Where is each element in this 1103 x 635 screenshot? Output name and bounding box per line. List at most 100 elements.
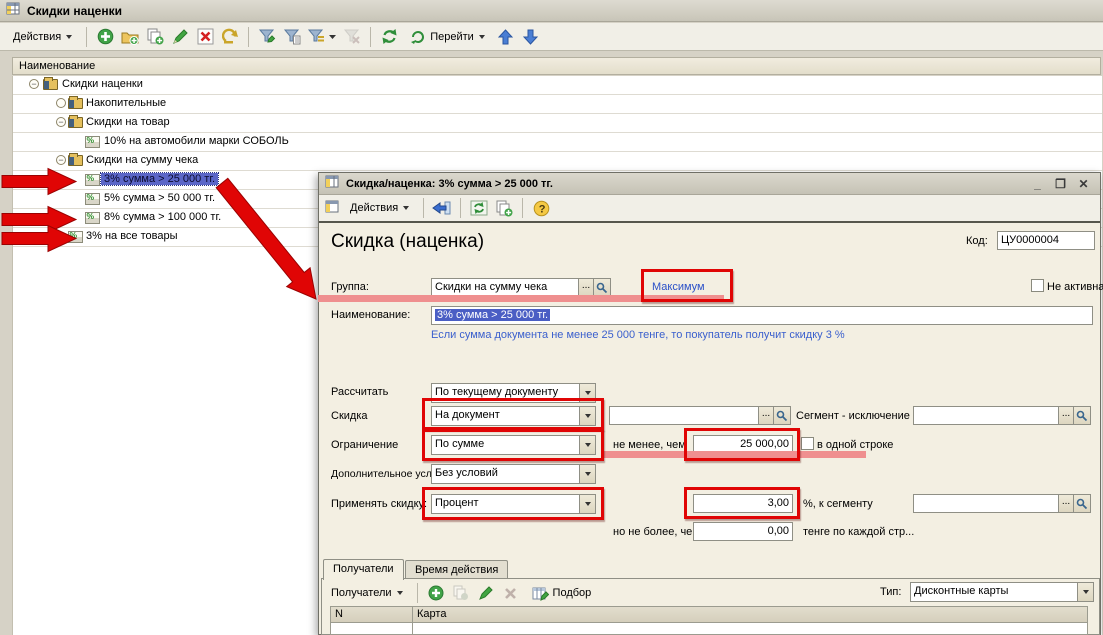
svg-text:?: ? xyxy=(538,203,545,215)
actions-menu-button[interactable]: Действия xyxy=(6,25,79,49)
max-sum-field[interactable]: 0,00 xyxy=(693,522,793,541)
dialog-refresh-button[interactable] xyxy=(468,197,490,219)
pick-button[interactable]: Подбор xyxy=(525,581,599,605)
filter-by-value-icon xyxy=(283,28,301,45)
segment-field[interactable] xyxy=(609,406,759,425)
type-select[interactable]: Дисконтные карты xyxy=(910,582,1094,602)
set-filter-button[interactable] xyxy=(256,26,278,48)
dialog-copy-new-button[interactable] xyxy=(493,197,515,219)
group-label: Группа: xyxy=(331,281,369,293)
tab-recipients[interactable]: Получатели xyxy=(323,559,404,580)
apply-segment-browse-button[interactable]: ... xyxy=(1058,494,1074,513)
collapse-icon[interactable]: − xyxy=(56,117,66,127)
one-row-checkbox[interactable] xyxy=(801,437,814,450)
tab-validity-period[interactable]: Время действия xyxy=(405,560,508,580)
add-group-button[interactable] xyxy=(119,26,141,48)
one-row-label: в одной строке xyxy=(817,439,893,451)
node-circle-icon[interactable] xyxy=(56,98,66,108)
tree-row[interactable]: −Скидки на сумму чека xyxy=(13,152,1102,171)
actions-menu-label: Действия xyxy=(13,31,61,43)
separator xyxy=(460,198,461,218)
apply-segment-search-button[interactable] xyxy=(1073,494,1091,513)
discount-item-icon: % xyxy=(85,173,100,186)
collapse-icon[interactable]: − xyxy=(29,79,39,89)
set-filter-icon xyxy=(258,28,276,45)
edit-button[interactable] xyxy=(169,26,191,48)
column-header-n[interactable]: N xyxy=(330,606,413,623)
discount-item-icon: % xyxy=(85,192,100,205)
maximize-button[interactable]: ❒ xyxy=(1052,177,1069,191)
not-less-label: не менее, чем xyxy=(613,439,686,451)
recipients-menu-button[interactable]: Получатели xyxy=(324,581,410,605)
tree-row[interactable]: Накопительные xyxy=(13,95,1102,114)
dropdown-button[interactable] xyxy=(1077,583,1093,601)
move-up-button[interactable] xyxy=(495,26,517,48)
recipients-add-button[interactable] xyxy=(425,582,447,604)
help-button[interactable]: ? xyxy=(530,197,552,219)
go-icon xyxy=(410,29,426,44)
apply-segment-field[interactable] xyxy=(913,494,1059,513)
discount-label: Скидка xyxy=(331,410,368,422)
pick-label: Подбор xyxy=(553,587,592,599)
recipients-edit-button[interactable] xyxy=(475,582,497,604)
segment-exclusion-search-button[interactable] xyxy=(1073,406,1091,425)
recipients-delete-button[interactable] xyxy=(500,582,522,604)
collapse-icon[interactable]: − xyxy=(56,155,66,165)
table-cell-empty[interactable] xyxy=(330,623,413,635)
chevron-down-icon xyxy=(397,591,403,595)
separator xyxy=(417,583,418,603)
segment-exclusion-field[interactable] xyxy=(913,406,1059,425)
refresh-button[interactable] xyxy=(378,26,400,48)
add-icon xyxy=(428,585,444,601)
code-field[interactable]: ЦУ0000004 xyxy=(997,231,1095,250)
chevron-down-icon xyxy=(403,206,409,210)
separator xyxy=(370,27,371,47)
annotation-box-limit xyxy=(422,429,604,461)
tree-item-label: Скидки на товар xyxy=(83,116,173,128)
annotation-box-discount xyxy=(422,398,604,430)
separator xyxy=(522,198,523,218)
folder-move-icon xyxy=(68,98,83,109)
name-field[interactable]: 3% сумма > 25 000 тг. xyxy=(431,306,1093,325)
move-down-button[interactable] xyxy=(520,26,542,48)
segment-browse-button[interactable]: ... xyxy=(758,406,774,425)
filter-settings-button[interactable] xyxy=(306,26,338,48)
separator xyxy=(423,198,424,218)
tree-item-label: Накопительные xyxy=(83,97,169,109)
delete-button[interactable] xyxy=(194,26,216,48)
add-button[interactable] xyxy=(94,26,116,48)
inactive-checkbox[interactable] xyxy=(1031,279,1044,292)
list-grid-icon xyxy=(6,2,21,19)
discount-item-icon: % xyxy=(85,192,100,205)
close-button[interactable]: ✕ xyxy=(1075,177,1092,191)
minimize-button[interactable]: _ xyxy=(1029,177,1046,191)
delete-icon xyxy=(197,28,214,45)
annotation-box-apply xyxy=(422,487,604,520)
tree-row[interactable]: − Скидки на товар xyxy=(13,114,1102,133)
filter-by-value-button[interactable] xyxy=(281,26,303,48)
list-grid-icon xyxy=(325,175,340,192)
write-close-button[interactable] xyxy=(431,197,453,219)
code-label: Код: xyxy=(966,235,988,247)
filter-settings-icon xyxy=(307,28,337,45)
tree-row[interactable]: −Скидки наценки xyxy=(13,76,1102,95)
history-button[interactable] xyxy=(219,26,241,48)
segment-exclusion-browse-button[interactable]: ... xyxy=(1058,406,1074,425)
disable-filter-icon xyxy=(343,28,361,45)
copy-new-icon xyxy=(496,200,513,217)
recipients-menu-label: Получатели xyxy=(331,587,392,599)
add-copy-button[interactable] xyxy=(144,26,166,48)
disable-filter-button[interactable] xyxy=(341,26,363,48)
tree-row[interactable]: %10% на автомобили марки СОБОЛЬ xyxy=(13,133,1102,152)
column-header-name[interactable]: Наименование xyxy=(12,57,1101,75)
recipients-panel: Получатели Подбор Тип: Дисконтные карты … xyxy=(321,578,1100,635)
recipients-copy-button[interactable] xyxy=(450,582,472,604)
dropdown-button[interactable] xyxy=(579,465,595,483)
table-cell-empty[interactable] xyxy=(412,623,1088,635)
segment-search-button[interactable] xyxy=(773,406,791,425)
go-menu-button[interactable]: Перейти xyxy=(403,25,492,49)
column-header-card[interactable]: Карта xyxy=(412,606,1088,623)
dialog-actions-menu-button[interactable]: Действия xyxy=(343,196,416,220)
extra-condition-select[interactable]: Без условий xyxy=(431,464,596,484)
type-label: Тип: xyxy=(880,586,901,598)
